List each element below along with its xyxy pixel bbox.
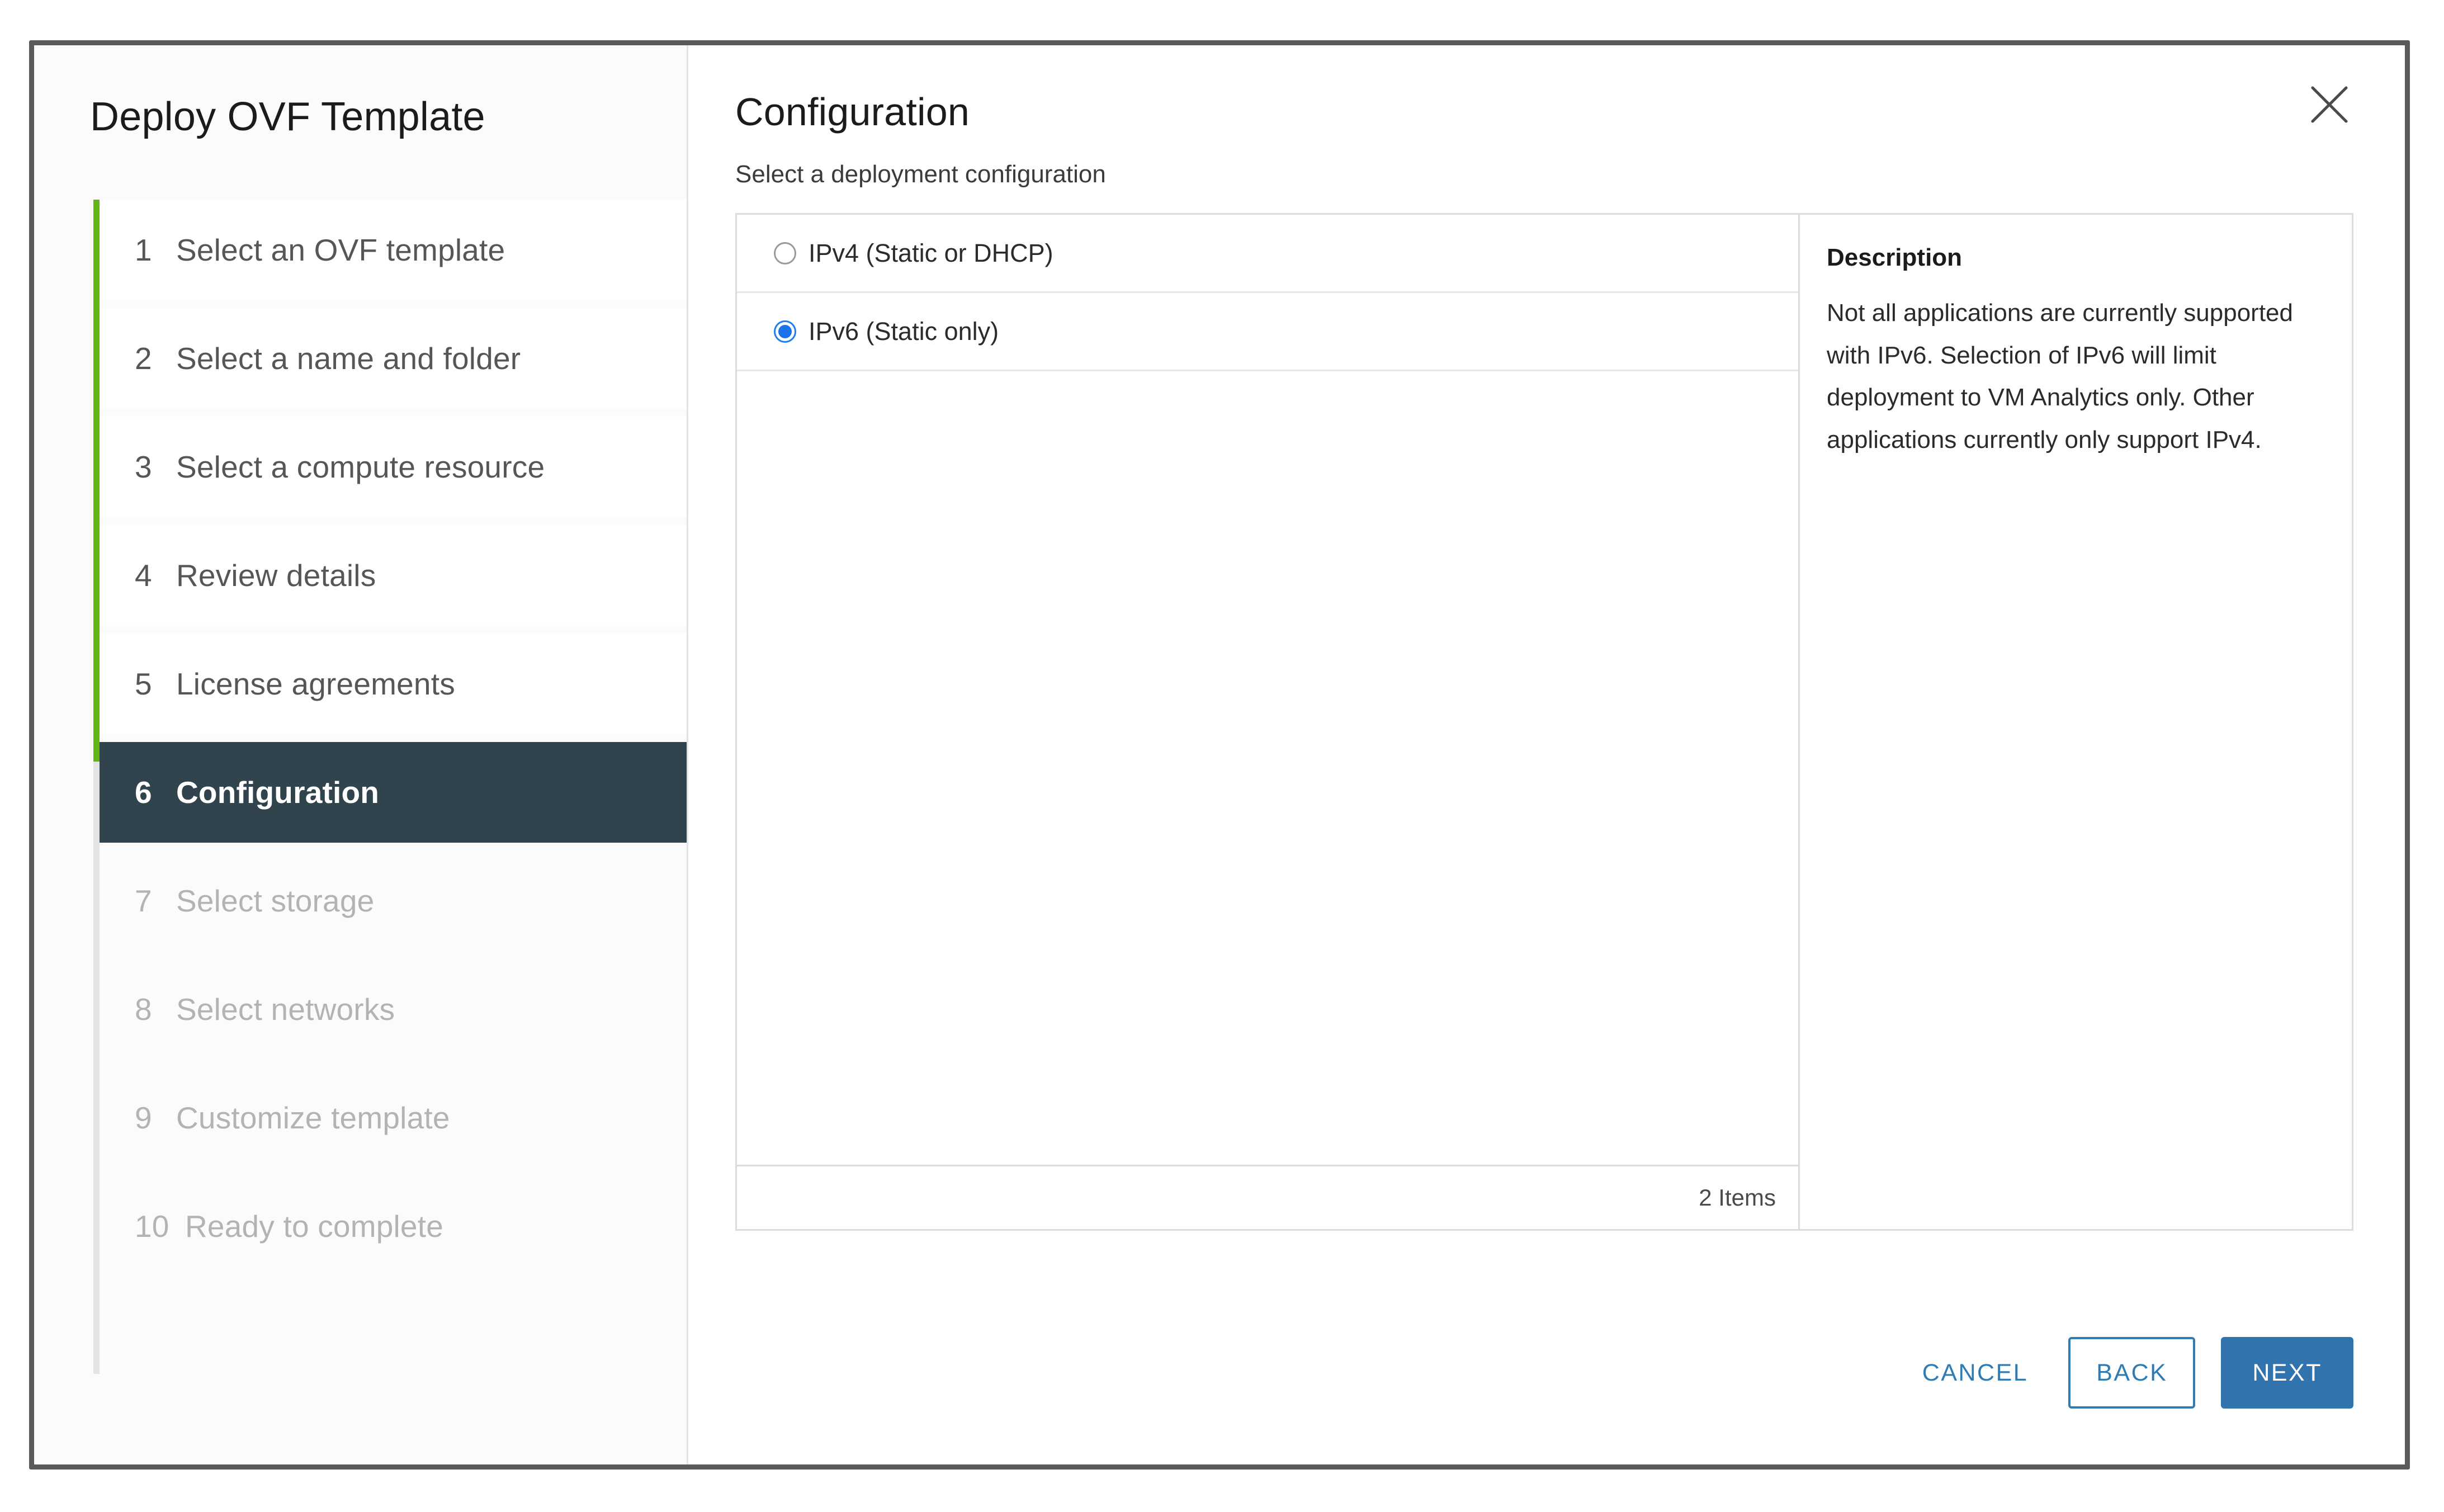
sidebar-step-select-storage: 7 Select storage [100,850,687,951]
content-header: Configuration Select a deployment config… [688,45,2405,188]
sidebar-step-license-agreements[interactable]: 5 License agreements [100,634,687,734]
sidebar-step-customize-template: 9 Customize template [100,1067,687,1168]
table-row[interactable]: IPv4 (Static or DHCP) [737,215,1798,293]
sidebar-step-select-a-compute-resource[interactable]: 3 Select a compute resource [100,417,687,517]
step-label: Select networks [176,992,395,1027]
sidebar-step-ready-to-complete: 10 Ready to complete [100,1176,687,1277]
item-count: 2 Items [1699,1184,1776,1211]
step-number: 3 [135,450,152,484]
dialog-title: Deploy OVF Template [90,94,485,139]
sidebar-step-configuration[interactable]: 6 Configuration [100,742,687,843]
step-number: 7 [135,883,152,918]
step-label: Configuration [176,775,380,810]
sidebar-step-select-an-ovf-template[interactable]: 1 Select an OVF template [100,200,687,300]
step-label: Select a compute resource [176,450,545,484]
next-button[interactable]: NEXT [2221,1337,2353,1409]
step-label: Select a name and folder [176,341,521,376]
close-icon[interactable] [2306,81,2353,128]
wizard-sidebar: Deploy OVF Template 1 Select an OVF temp… [34,45,688,1464]
description-body: Not all applications are currently suppo… [1827,299,2294,454]
step-label: Select storage [176,883,375,918]
description-heading: Description [1827,244,1963,271]
option-label: IPv4 (Static or DHCP) [809,238,1053,267]
option-label: IPv6 (Static only) [809,316,999,346]
step-number: 5 [135,667,152,701]
sidebar-step-review-details[interactable]: 4 Review details [100,525,687,626]
radio-ipv4[interactable] [774,242,796,264]
sidebar-step-select-networks: 8 Select networks [100,959,687,1060]
description-panel: Description Not all applications are cur… [1800,213,2353,1231]
step-number: 10 [135,1209,169,1244]
step-number: 2 [135,341,152,376]
page-title: Configuration [735,90,970,134]
step-number: 4 [135,558,152,593]
step-label: Select an OVF template [176,233,505,267]
progress-rail-complete [93,200,100,762]
step-label: Customize template [176,1100,450,1135]
deployment-configuration-list: IPv4 (Static or DHCP) IPv6 (Static only)… [735,213,1800,1231]
deploy-ovf-template-dialog: Deploy OVF Template 1 Select an OVF temp… [29,40,2410,1470]
back-button[interactable]: BACK [2068,1337,2196,1409]
step-number: 8 [135,992,152,1027]
sidebar-step-select-a-name-and-folder[interactable]: 2 Select a name and folder [100,308,687,409]
step-label: Review details [176,558,376,593]
dialog-footer: CANCEL BACK NEXT [1908,1337,2353,1409]
step-number: 1 [135,233,152,267]
wizard-steps-list: 1 Select an OVF template 2 Select a name… [34,200,687,1374]
radio-ipv6[interactable] [774,320,796,343]
configuration-panels: IPv4 (Static or DHCP) IPv6 (Static only)… [735,213,2353,1231]
progress-rail-remaining [93,762,100,1374]
table-row[interactable]: IPv6 (Static only) [737,293,1798,371]
step-number: 6 [135,775,152,810]
step-label: License agreements [176,667,455,701]
wizard-content-pane: Configuration Select a deployment config… [688,45,2405,1464]
cancel-button[interactable]: CANCEL [1908,1348,2043,1398]
step-number: 9 [135,1100,152,1135]
page-subtitle: Select a deployment configuration [735,160,1106,188]
configuration-options: IPv4 (Static or DHCP) IPv6 (Static only) [737,215,1798,1165]
occluded-background-text [335,0,1006,7]
list-footer: 2 Items [737,1165,1798,1229]
step-label: Ready to complete [185,1209,443,1244]
